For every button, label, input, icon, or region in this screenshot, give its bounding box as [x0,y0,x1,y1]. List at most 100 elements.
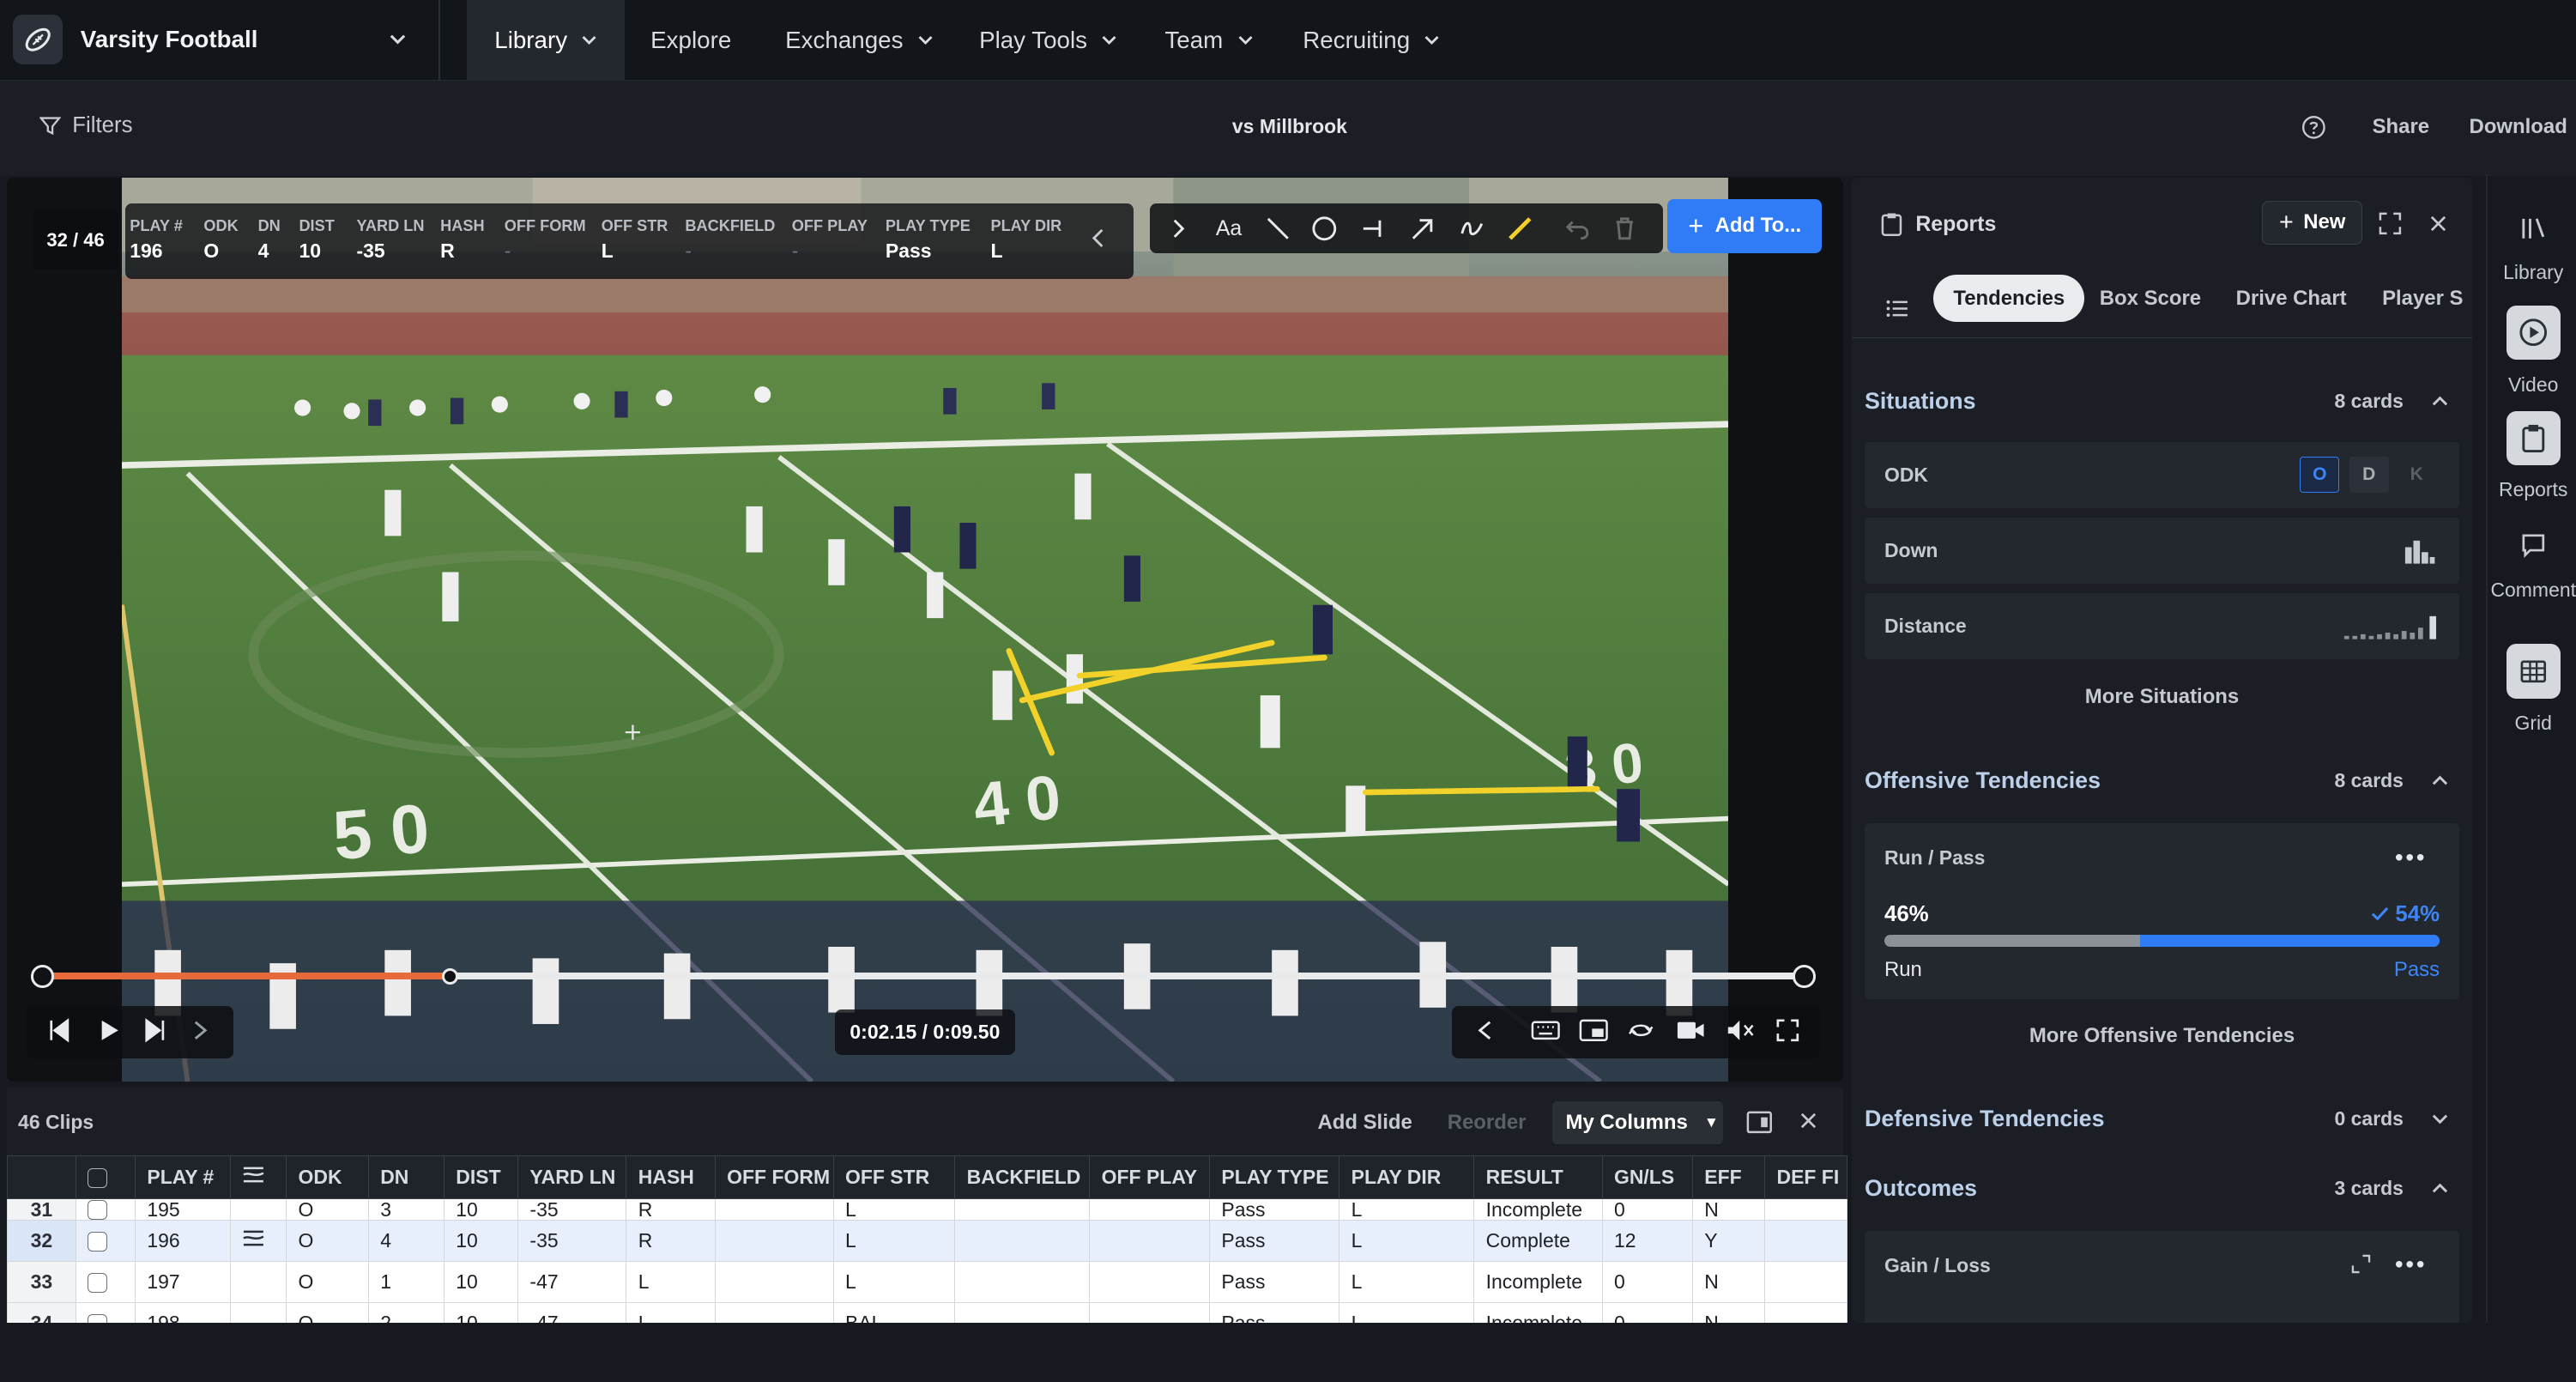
cell-offplay[interactable] [1089,1260,1211,1303]
chevron-right-icon[interactable] [1170,215,1186,242]
distance-sparkline-icon[interactable] [2341,613,2440,639]
chevron-down-icon[interactable] [2430,1109,2450,1129]
cell-yard[interactable]: -35 [517,1220,627,1262]
header-off-form[interactable]: OFF FORM [714,1155,834,1199]
header-eff[interactable]: EFF [1691,1155,1766,1199]
nav-exchanges[interactable]: Exchanges [785,0,934,81]
freehand-tool-icon[interactable] [1459,215,1485,242]
cell-dist[interactable]: 10 [443,1197,519,1221]
cell-gnls[interactable]: 0 [1601,1197,1693,1221]
playhead-handle[interactable] [441,967,459,985]
row-checkbox[interactable] [88,1314,108,1324]
cell-type[interactable]: Pass [1209,1260,1340,1303]
line-tool-icon[interactable] [1265,215,1291,242]
reorder-button[interactable]: Reorder [1448,1111,1527,1135]
row-select-cell[interactable] [76,1197,136,1221]
chevron-up-icon[interactable] [2430,1179,2450,1198]
header-def-front[interactable]: DEF FI [1764,1155,1847,1199]
cell-back[interactable] [954,1301,1091,1324]
table-row[interactable]: 32 196 O 4 10 -35 R L Pass L Complete 12 Y [6,1220,1847,1262]
cell-offplay[interactable] [1089,1197,1211,1221]
pass-label[interactable]: Pass [2394,958,2440,982]
table-row[interactable]: 34 198 O 2 10 -47 L BAL Pass L Incomplete 0 N [6,1301,1847,1324]
text-tool-icon[interactable]: Aa [1212,215,1245,242]
header-play-dir[interactable]: PLAY DIR [1339,1155,1475,1199]
cell-odk[interactable]: O [286,1220,369,1262]
undo-icon[interactable] [1564,215,1591,242]
cell-form[interactable] [714,1301,834,1324]
header-gn-ls[interactable]: GN/LS [1601,1155,1693,1199]
cell-result[interactable]: Incomplete [1473,1301,1603,1324]
cell-result[interactable]: Incomplete [1473,1197,1603,1221]
more-offensive-tendencies-link[interactable]: More Offensive Tendencies [1865,1024,2459,1048]
cell-eff[interactable]: N [1691,1301,1766,1324]
cell-odk[interactable]: O [286,1301,369,1324]
cell-eff[interactable]: Y [1691,1220,1766,1262]
header-yard-ln[interactable]: YARD LN [517,1155,627,1199]
picture-in-picture-icon[interactable] [1579,1017,1608,1044]
more-options-icon[interactable] [2395,1260,2424,1269]
trash-icon[interactable] [1612,215,1638,242]
row-checkbox[interactable] [88,1273,108,1294]
cell-type[interactable]: Pass [1209,1197,1340,1221]
section-outcomes[interactable]: Outcomes 3 cards [1865,1165,2459,1211]
rail-comments[interactable]: Comments [2490,529,2576,601]
rail-grid[interactable]: Grid [2490,644,2576,734]
mute-icon[interactable] [1725,1017,1754,1044]
header-play-type[interactable]: PLAY TYPE [1209,1155,1340,1199]
section-situations[interactable]: Situations 8 cards [1865,378,2459,424]
fullscreen-icon[interactable] [1775,1017,1801,1044]
chevron-up-icon[interactable] [2430,771,2450,791]
cell-type[interactable]: Pass [1209,1301,1340,1324]
cell-def[interactable] [1764,1220,1847,1262]
cell-dir[interactable]: L [1339,1301,1475,1324]
team-switcher[interactable]: Varsity Football [13,13,426,65]
cell-result[interactable]: Incomplete [1473,1260,1603,1303]
cell-dir[interactable]: L [1339,1220,1475,1262]
odk-option-d[interactable]: D [2349,457,2389,494]
add-to-button[interactable]: + Add To... [1667,198,1823,253]
close-icon[interactable] [2428,214,2448,233]
cell-form[interactable] [714,1260,834,1303]
help-icon[interactable] [2301,115,2326,140]
cell-form[interactable] [714,1220,834,1262]
cell-back[interactable] [954,1197,1091,1221]
cell-dir[interactable]: L [1339,1197,1475,1221]
cell-play[interactable]: 195 [134,1197,232,1221]
header-dn[interactable]: DN [367,1155,444,1199]
cell-yard[interactable]: -47 [517,1301,627,1324]
cell-str[interactable]: L [832,1260,956,1303]
trim-end-handle[interactable] [1792,964,1816,988]
cell-yard[interactable]: -47 [517,1260,627,1303]
nav-play-tools[interactable]: Play Tools [979,0,1118,81]
cell-dist[interactable]: 10 [443,1301,519,1324]
trim-start-handle[interactable] [31,964,55,988]
section-defensive-tendencies[interactable]: Defensive Tendencies 0 cards [1865,1096,2459,1143]
cell-odk[interactable]: O [286,1260,369,1303]
camera-angle-icon[interactable] [1676,1017,1705,1044]
cell-gnls[interactable]: 0 [1601,1301,1693,1324]
play-icon[interactable] [95,1017,122,1044]
cell-odk[interactable]: O [286,1197,369,1221]
cell-form[interactable] [714,1197,834,1221]
header-off-str[interactable]: OFF STR [832,1155,956,1199]
chevron-right-icon[interactable] [190,1017,210,1044]
cell-dir[interactable]: L [1339,1260,1475,1303]
chevron-left-icon[interactable] [1091,227,1107,250]
header-play-number[interactable]: PLAY # [134,1155,232,1199]
cell-drawn[interactable] [230,1197,287,1221]
cell-offplay[interactable] [1089,1220,1211,1262]
list-icon[interactable] [1886,299,1909,318]
previous-clip-icon[interactable] [46,1017,73,1044]
rail-reports[interactable]: Reports [2490,410,2576,501]
header-odk[interactable]: ODK [286,1155,369,1199]
download-button[interactable]: Download [2470,115,2567,139]
more-options-icon[interactable] [2395,853,2424,862]
chevron-up-icon[interactable] [2430,391,2450,411]
cell-str[interactable]: L [832,1197,956,1221]
new-report-button[interactable]: + New [2262,200,2363,245]
tab-tendencies[interactable]: Tendencies [1933,274,2085,323]
circle-tool-icon[interactable] [1311,215,1338,242]
keyboard-icon[interactable] [1531,1017,1561,1044]
header-backfield[interactable]: BACKFIELD [954,1155,1091,1199]
